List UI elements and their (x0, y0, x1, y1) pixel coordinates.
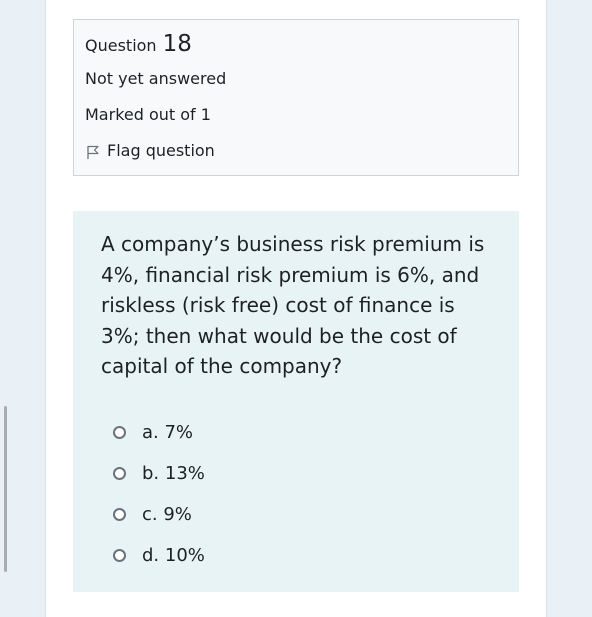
radio-button[interactable] (113, 466, 126, 480)
answer-label: b. 13% (142, 462, 205, 484)
question-title: Question 18 (85, 31, 507, 61)
question-grade: Marked out of 1 (85, 105, 211, 124)
question-state: Not yet answered (85, 69, 227, 88)
answer-option-a[interactable]: a. 7% (113, 412, 491, 453)
answer-option-c[interactable]: c. 9% (113, 494, 491, 535)
answer-option-b[interactable]: b. 13% (113, 453, 491, 494)
question-info-box: Question 18 Not yet answered Marked out … (73, 19, 519, 176)
radio-button[interactable] (113, 548, 126, 562)
answer-options: a. 7% b. 13% c. 9% d. 10% (113, 412, 491, 576)
answer-label: c. 9% (142, 503, 192, 525)
answer-label: d. 10% (142, 544, 205, 566)
flag-icon (85, 143, 101, 159)
radio-button[interactable] (113, 507, 126, 521)
scrollbar[interactable] (4, 406, 7, 572)
content-panel: Question 18 Not yet answered Marked out … (45, 0, 547, 617)
quiz-page: Question 18 Not yet answered Marked out … (0, 0, 592, 617)
flag-question-label: Flag question (107, 141, 215, 160)
question-text: A company’s business risk premium is 4%,… (101, 232, 485, 378)
radio-button[interactable] (113, 425, 126, 439)
answer-option-d[interactable]: d. 10% (113, 535, 491, 576)
question-label: Question (85, 36, 157, 55)
question-number: 18 (162, 31, 192, 57)
flag-question-link[interactable]: Flag question (85, 139, 507, 163)
answer-label: a. 7% (142, 421, 194, 443)
question-content: A company’s business risk premium is 4%,… (73, 211, 519, 592)
